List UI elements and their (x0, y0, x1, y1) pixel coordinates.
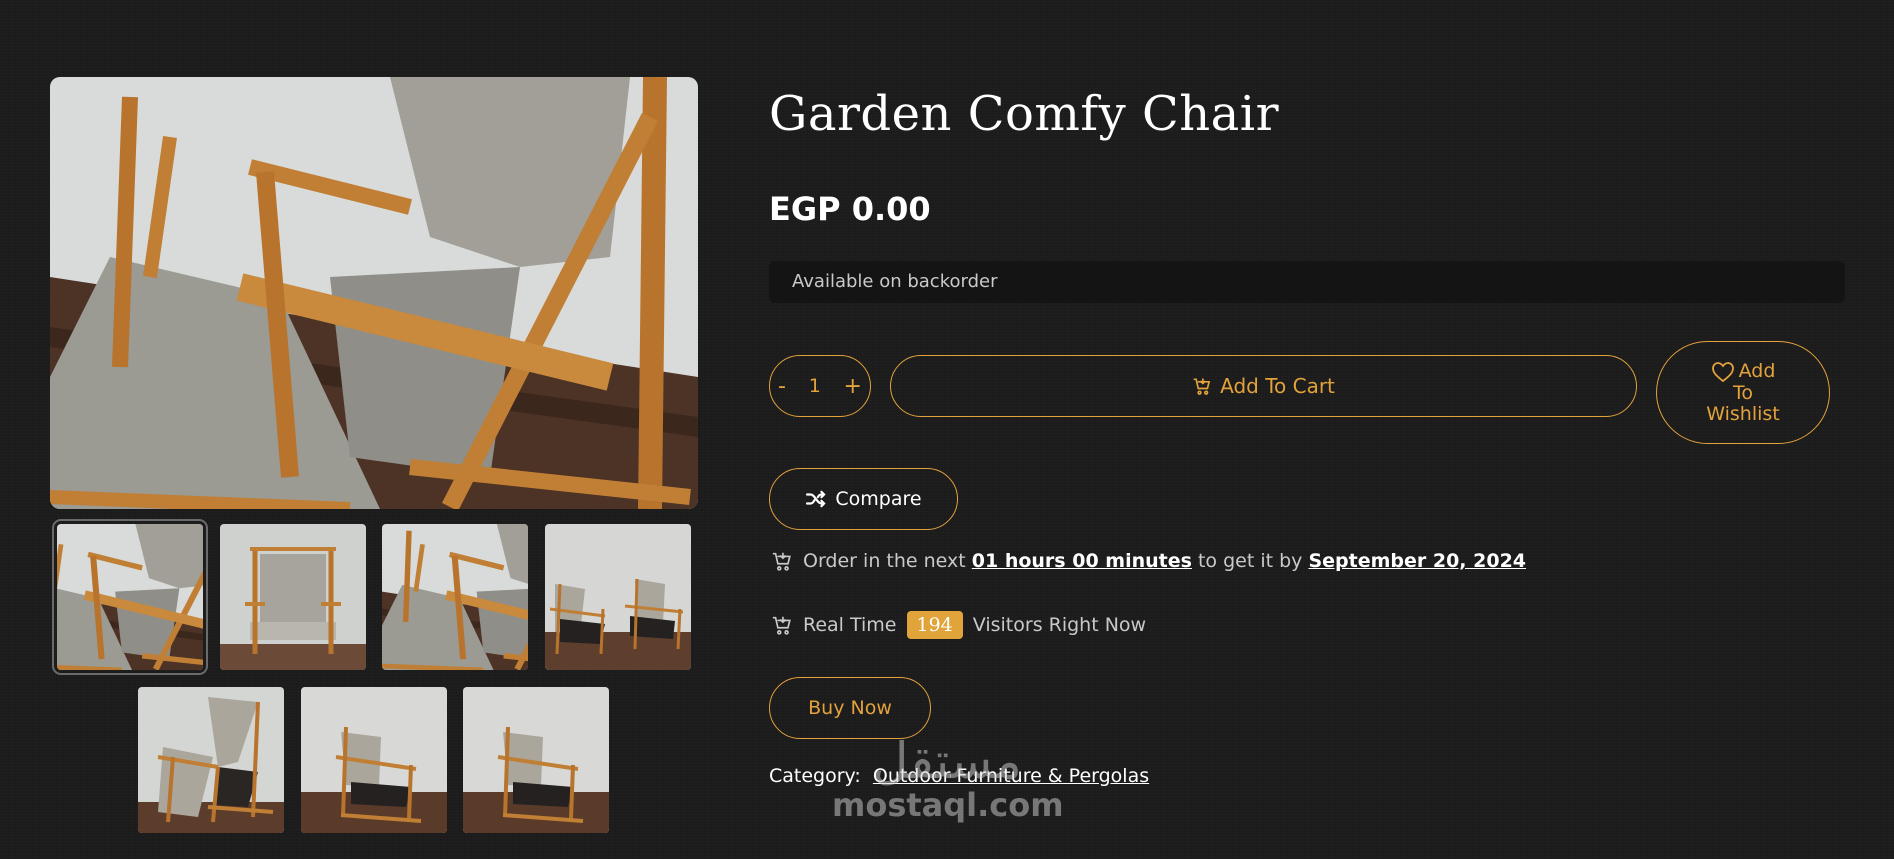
product-title: Garden Comfy Chair (769, 86, 1280, 142)
product-price: EGP 0.00 (769, 190, 931, 228)
add-to-cart-label: Add To Cart (1220, 374, 1335, 398)
delivery-time: 01 hours 00 minutes (971, 550, 1192, 572)
watermark-latin: mostaql.com (832, 786, 1064, 824)
quantity-decrease-button[interactable]: - (778, 374, 786, 399)
thumbnail-2[interactable] (220, 524, 366, 670)
delivery-prefix: Order in the next (803, 550, 966, 572)
category-label: Category: (769, 765, 861, 787)
wishlist-label-line3: Wishlist (1706, 402, 1780, 425)
thumbnail-4[interactable] (545, 524, 691, 670)
delivery-estimate: Order in the next 01 hours 00 minutes to… (771, 550, 1526, 572)
compare-label: Compare (835, 488, 922, 510)
visitors-prefix: Real Time (803, 614, 897, 636)
buy-now-button[interactable]: Buy Now (769, 677, 931, 739)
wishlist-label-line1: Add (1738, 360, 1776, 382)
thumbnail-1[interactable] (52, 519, 208, 675)
stock-status: Available on backorder (769, 261, 1845, 303)
cart-icon (772, 616, 791, 635)
thumbnail-3[interactable] (382, 524, 528, 670)
add-to-cart-button[interactable]: Add To Cart (890, 355, 1637, 417)
delivery-date: September 20, 2024 (1308, 550, 1527, 572)
main-product-image[interactable] (50, 77, 698, 509)
thumbnail-5[interactable] (138, 687, 284, 833)
category-link[interactable]: Outdoor Furniture & Pergolas (873, 765, 1149, 787)
cart-icon (772, 552, 791, 571)
thumbnail-6[interactable] (301, 687, 447, 833)
wishlist-label-line2: To (1732, 381, 1753, 404)
product-category: Category: Outdoor Furniture & Pergolas (769, 765, 1149, 787)
delivery-middle: to get it by (1197, 550, 1303, 572)
quantity-input[interactable]: 1 (809, 375, 821, 397)
cart-icon (1193, 378, 1211, 395)
add-to-wishlist-button[interactable]: Add To Wishlist (1656, 341, 1830, 444)
visitors-suffix: Visitors Right Now (972, 614, 1147, 636)
shuffle-icon (806, 490, 827, 508)
thumbnail-7[interactable] (463, 687, 609, 833)
heart-icon (1711, 361, 1734, 382)
visitors-count-badge: 194 (906, 611, 963, 639)
realtime-visitors: Real Time 194 Visitors Right Now (771, 611, 1146, 639)
compare-button[interactable]: Compare (769, 468, 958, 530)
quantity-stepper: - 1 + (769, 355, 871, 417)
quantity-increase-button[interactable]: + (844, 374, 862, 399)
